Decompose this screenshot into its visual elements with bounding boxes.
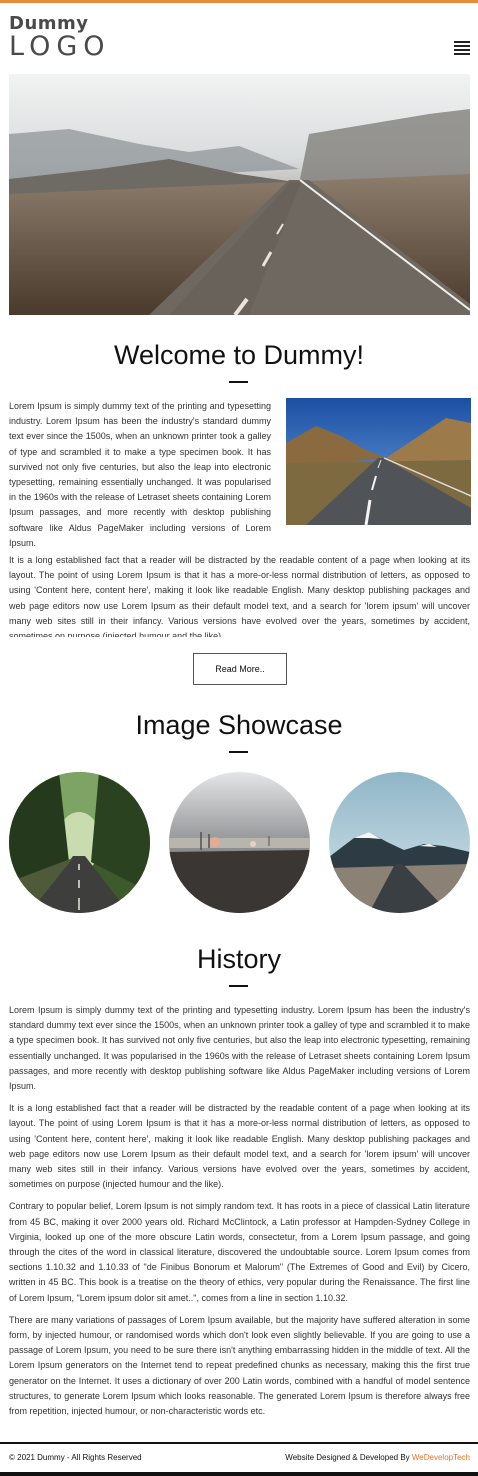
logo-big-text: LOGO — [9, 31, 111, 62]
welcome-paragraph-1-container: Lorem Ipsum is simply dummy text of the … — [9, 399, 271, 551]
welcome-title: Welcome to Dummy! — [113, 340, 365, 370]
welcome-title-underline — [229, 381, 248, 383]
showcase-image-2[interactable] — [169, 772, 310, 913]
showcase-title: Image Showcase — [135, 710, 343, 740]
hero-image — [9, 74, 470, 315]
welcome-paragraph-2-container: It is a long established fact that a rea… — [9, 553, 470, 637]
credit-brand-link[interactable]: WeDevelopTech — [412, 1453, 470, 1462]
copyright-text: © 2021 Dummy - All Rights Reserved — [9, 1453, 142, 1462]
history-title-underline — [229, 985, 248, 987]
footer-bottom-bar — [0, 1472, 478, 1476]
credit-prefix: Website Designed & Developed By — [285, 1453, 412, 1462]
site-logo[interactable]: Dummy LOGO — [9, 15, 111, 61]
history-paragraph-1: Lorem Ipsum is simply dummy text of the … — [9, 1005, 470, 1092]
welcome-paragraph-1: Lorem Ipsum is simply dummy text of the … — [9, 401, 271, 548]
showcase-image-1[interactable] — [9, 772, 150, 913]
hamburger-menu-icon[interactable] — [454, 41, 470, 56]
welcome-paragraph-2: It is a long established fact that a rea… — [9, 555, 470, 637]
history-content: Lorem Ipsum is simply dummy text of the … — [9, 1003, 470, 1426]
read-more-button[interactable]: Read More.. — [193, 653, 287, 685]
site-header: Dummy LOGO — [0, 3, 478, 73]
history-title: History — [196, 944, 281, 974]
history-paragraph-2: It is a long established fact that a rea… — [9, 1103, 470, 1190]
history-paragraph-3: Contrary to popular belief, Lorem Ipsum … — [9, 1201, 470, 1303]
history-paragraph-4: There are many variations of passages of… — [9, 1314, 470, 1417]
site-footer: © 2021 Dummy - All Rights Reserved Websi… — [0, 1442, 478, 1476]
showcase-title-underline — [229, 751, 248, 753]
showcase-image-3[interactable] — [329, 772, 470, 913]
welcome-image — [286, 398, 471, 525]
developer-credit: Website Designed & Developed By WeDevelo… — [285, 1453, 470, 1462]
